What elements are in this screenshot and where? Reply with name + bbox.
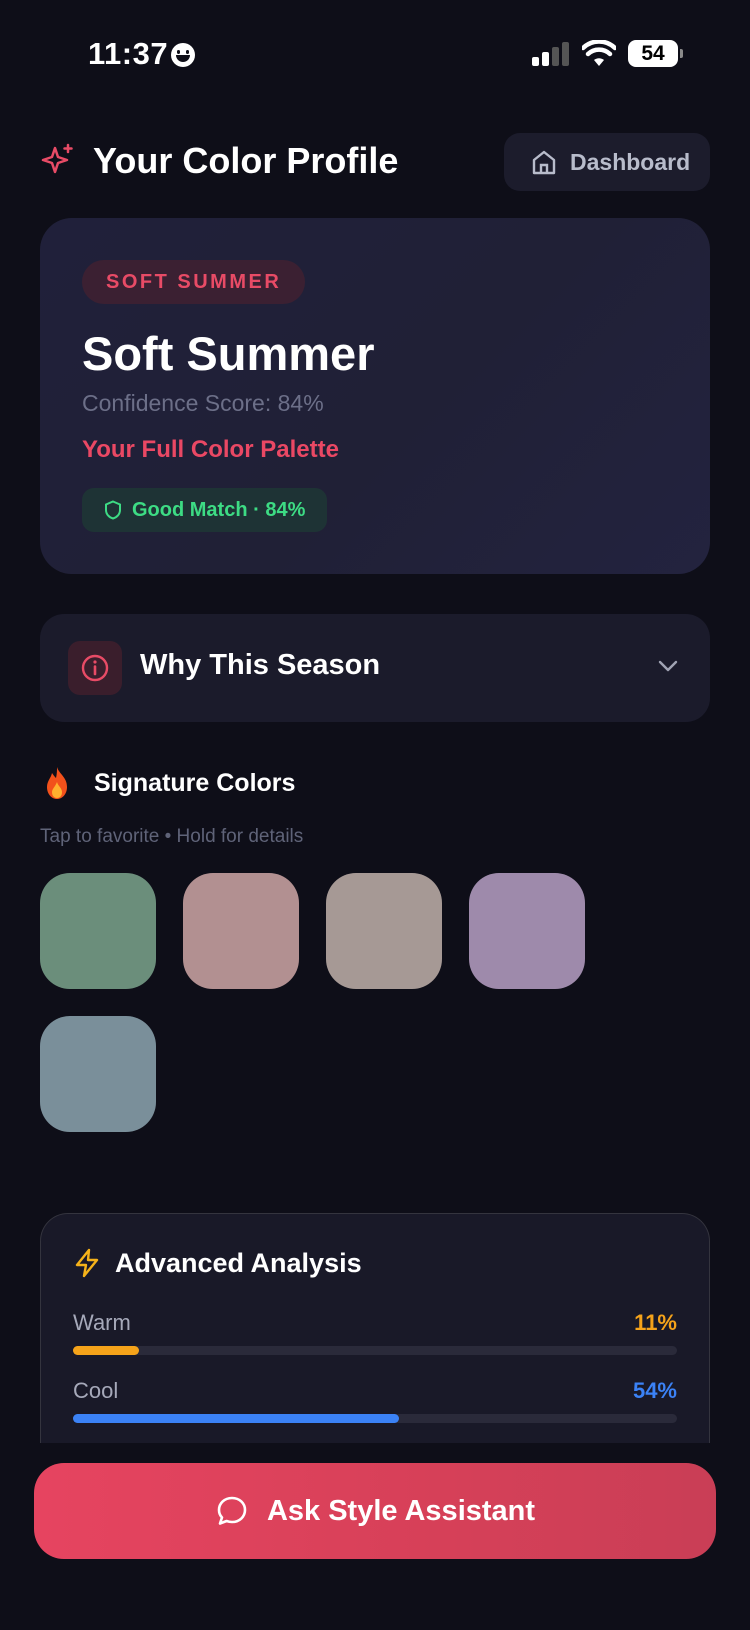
battery-icon: 54 xyxy=(628,40,683,67)
shield-icon xyxy=(105,500,121,520)
chat-bubble-icon xyxy=(217,1496,247,1525)
full-palette-link[interactable]: Your Full Color Palette xyxy=(82,436,339,464)
lightning-icon xyxy=(75,1248,99,1278)
page-header: Your Color Profile Dashboard xyxy=(40,130,710,194)
why-season-title: Why This Season xyxy=(140,649,381,681)
fire-icon xyxy=(47,767,67,799)
cool-bar-track xyxy=(73,1414,677,1423)
confidence-score: Confidence Score: 84% xyxy=(82,390,324,416)
status-time: 11:37 xyxy=(88,36,169,71)
smiley-icon xyxy=(171,43,195,67)
match-text: Good Match · 84% xyxy=(132,498,306,521)
color-profile-screen: 11:37 54 Your Color Profile Dashboard SO… xyxy=(0,0,750,1630)
match-badge: Good Match · 84% xyxy=(82,488,328,532)
home-icon xyxy=(532,150,556,175)
advanced-analysis-title: Advanced Analysis xyxy=(115,1248,362,1278)
color-swatch[interactable] xyxy=(40,873,156,989)
season-card: SOFT SUMMER Soft Summer Confidence Score… xyxy=(40,218,710,574)
page-title: Your Color Profile xyxy=(93,140,399,181)
dashboard-label: Dashboard xyxy=(570,148,691,175)
sparkle-icon xyxy=(41,143,73,174)
ask-style-assistant-label: Ask Style Assistant xyxy=(266,1494,536,1527)
warm-value: 11% xyxy=(634,1310,677,1335)
ask-style-assistant-button[interactable]: Ask Style Assistant xyxy=(34,1463,716,1559)
dashboard-button[interactable]: Dashboard xyxy=(504,133,710,191)
color-swatch[interactable] xyxy=(326,873,442,989)
warm-bar-track xyxy=(73,1346,677,1355)
season-name: Soft Summer xyxy=(82,327,375,380)
warm-label: Warm xyxy=(73,1310,131,1335)
chevron-down-icon xyxy=(658,660,678,672)
why-season-accordion[interactable]: Why This Season xyxy=(40,614,710,722)
wifi-icon xyxy=(582,40,616,66)
advanced-analysis-card: Advanced Analysis Warm 11% Cool 54% xyxy=(40,1213,710,1443)
signature-colors-title: Signature Colors xyxy=(94,769,296,797)
color-swatch[interactable] xyxy=(469,873,585,989)
season-badge: SOFT SUMMER xyxy=(82,260,306,304)
warm-bar-fill xyxy=(73,1346,140,1355)
info-icon xyxy=(68,641,122,695)
cool-value: 54% xyxy=(632,1378,677,1403)
cool-bar-fill xyxy=(73,1414,400,1423)
color-swatch[interactable] xyxy=(183,873,299,989)
signal-icon xyxy=(532,42,570,66)
cool-label: Cool xyxy=(73,1378,119,1403)
color-swatch[interactable] xyxy=(40,1016,156,1132)
signature-colors-hint: Tap to favorite • Hold for details xyxy=(40,826,304,847)
status-bar: 11:37 54 xyxy=(0,0,750,110)
